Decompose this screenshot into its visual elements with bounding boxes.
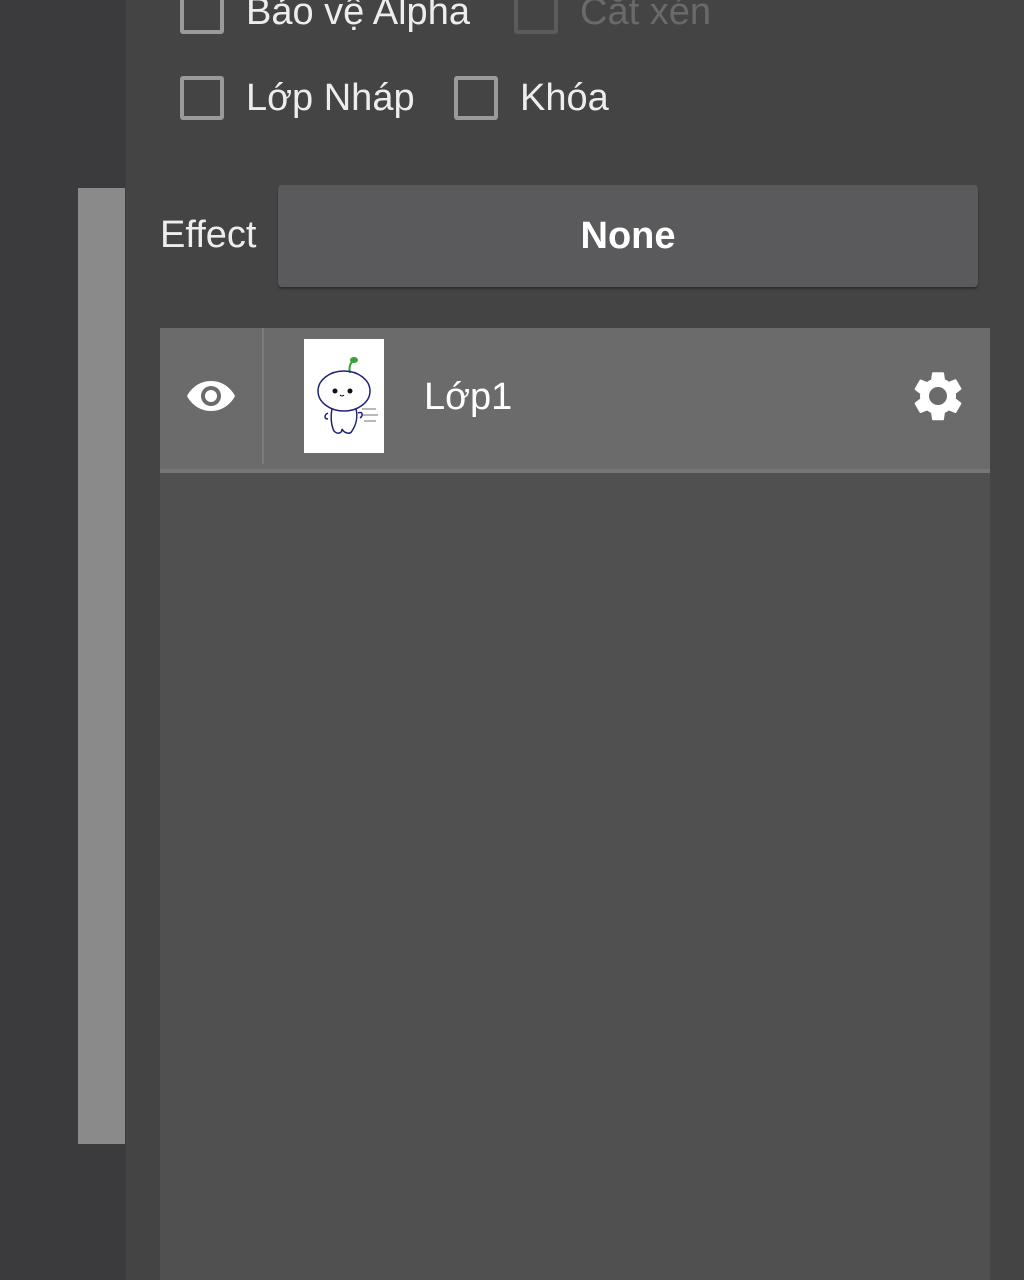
clipping-option[interactable]: Cắt xén [514, 0, 711, 34]
side-scrollbar[interactable] [78, 188, 125, 1144]
gear-icon[interactable] [908, 366, 968, 426]
visibility-toggle[interactable] [160, 328, 262, 464]
alpha-protect-option[interactable]: Bảo vệ Alpha [180, 0, 470, 34]
draft-layer-option[interactable]: Lớp Nháp [180, 76, 415, 120]
clipping-label: Cắt xén [580, 0, 711, 33]
row-divider [262, 328, 264, 464]
layer-name: Lớp1 [424, 376, 513, 418]
effect-label: Effect [160, 214, 257, 256]
lock-option[interactable]: Khóa [454, 76, 609, 120]
draft-layer-label: Lớp Nháp [246, 76, 415, 119]
clipping-checkbox[interactable] [514, 0, 558, 34]
draft-layer-checkbox[interactable] [180, 76, 224, 120]
layer-row[interactable]: Lớp1 [160, 328, 990, 473]
lock-label: Khóa [520, 76, 609, 119]
eye-icon [187, 381, 235, 411]
layer-thumbnail [304, 339, 384, 453]
effect-select-button[interactable]: None [278, 185, 978, 287]
lock-checkbox[interactable] [454, 76, 498, 120]
layer-list: Lớp1 [160, 328, 990, 1280]
alpha-protect-checkbox[interactable] [180, 0, 224, 34]
alpha-protect-label: Bảo vệ Alpha [246, 0, 470, 33]
